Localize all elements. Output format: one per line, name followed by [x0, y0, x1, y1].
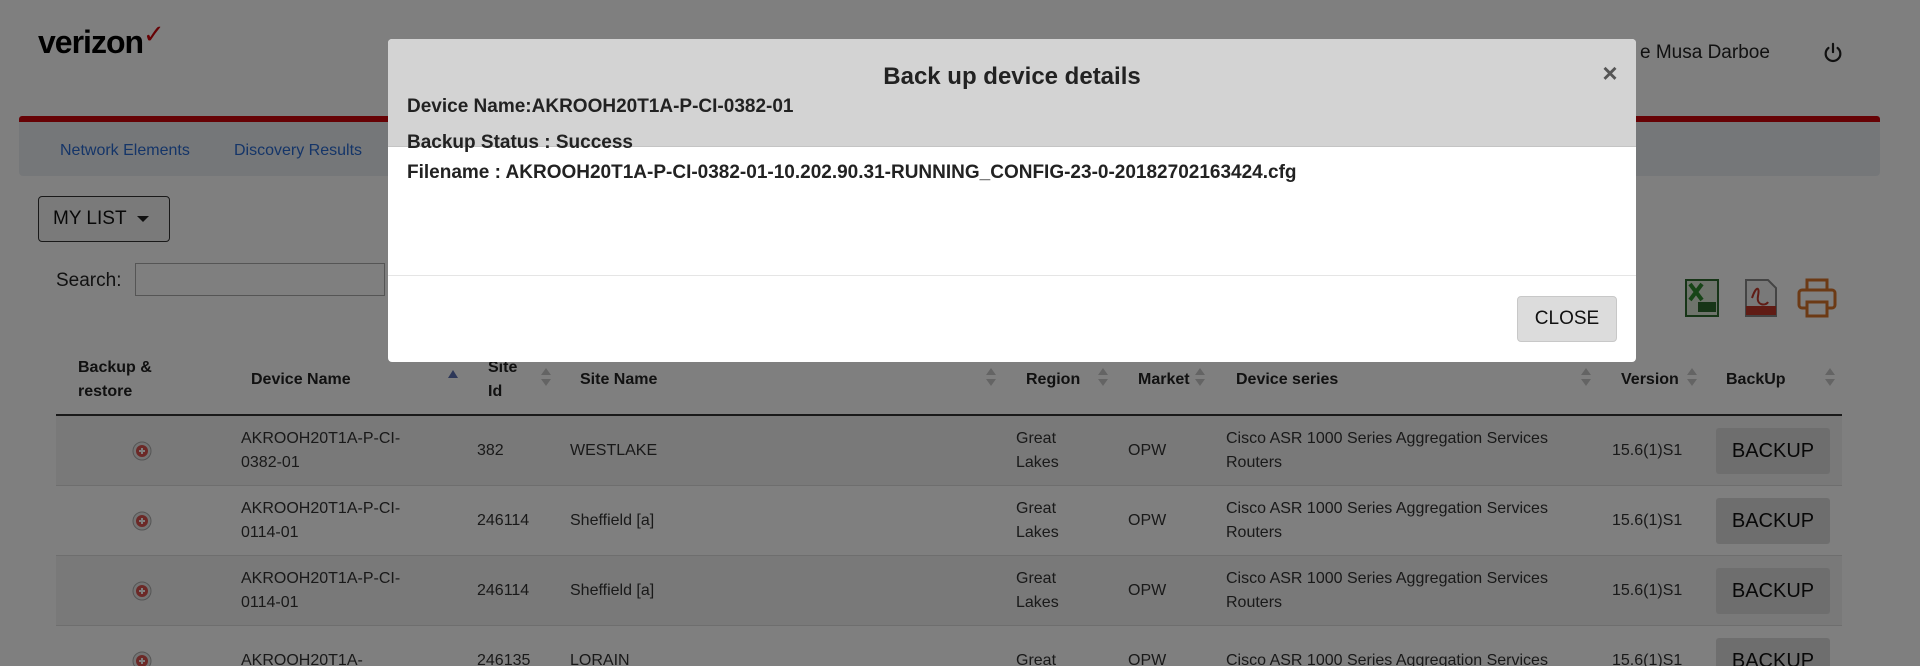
modal-header: Back up device details Device Name:AKROO…	[388, 39, 1636, 147]
modal-footer	[388, 277, 1636, 362]
close-icon[interactable]: ×	[1598, 60, 1622, 86]
modal-device-name: Device Name:AKROOH20T1A-P-CI-0382-01	[407, 96, 794, 117]
modal-title: Back up device details	[883, 63, 1141, 90]
backup-details-modal: Back up device details Device Name:AKROO…	[388, 39, 1636, 362]
backup-filename: Filename : AKROOH20T1A-P-CI-0382-01-10.2…	[407, 162, 1297, 183]
backup-status: Backup Status : Success	[407, 132, 633, 153]
close-button[interactable]: CLOSE	[1517, 296, 1617, 342]
